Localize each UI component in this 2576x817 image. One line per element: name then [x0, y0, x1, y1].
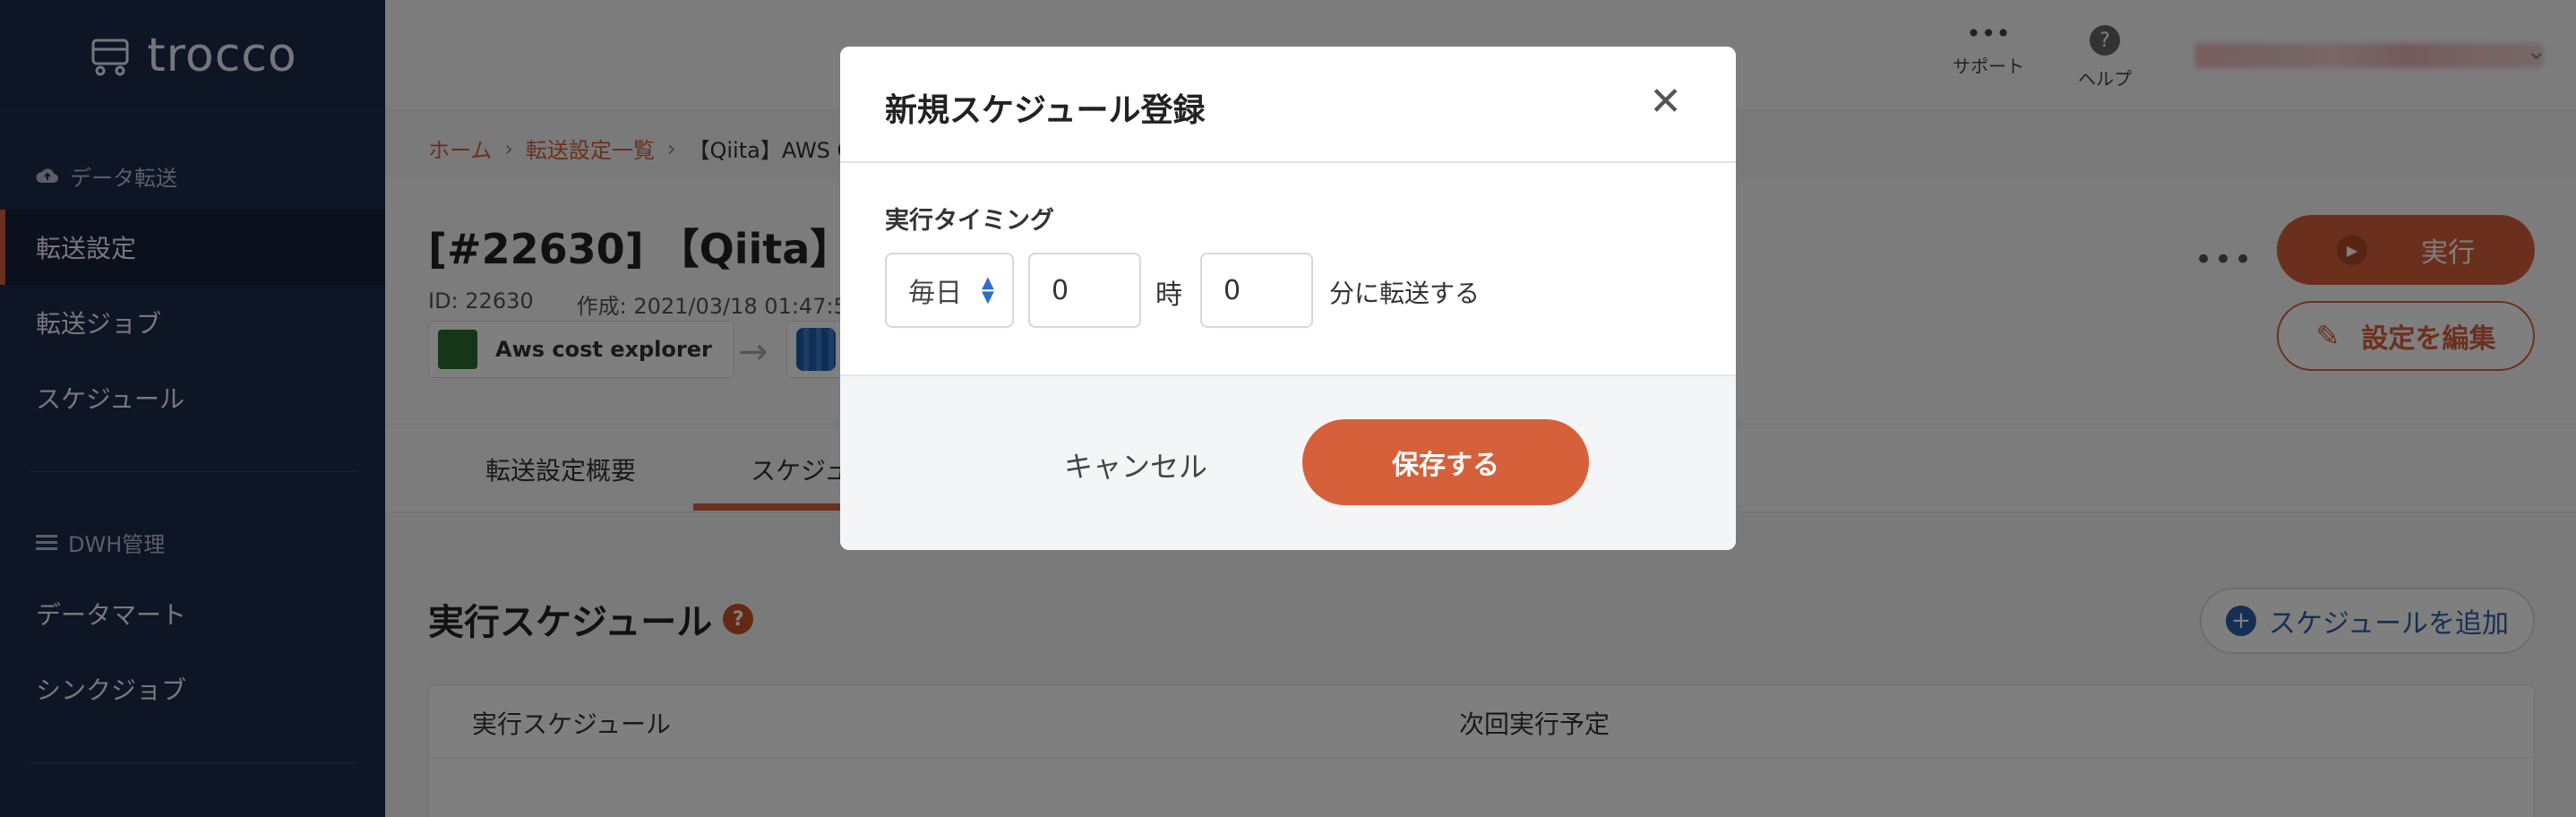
frequency-value: 毎日 [908, 278, 962, 309]
minute-input[interactable] [1200, 253, 1313, 328]
hour-unit: 時 [1155, 280, 1182, 311]
frequency-select[interactable]: 毎日 ▲ ▼ [885, 253, 1014, 328]
new-schedule-modal: 新規スケジュール登録 ✕ 実行タイミング 毎日 ▲▼ 時 分に転送する キャンセ… [840, 47, 1736, 550]
timing-label: 実行タイミング [885, 207, 1054, 235]
modal-footer: キャンセル 保存する [840, 374, 1736, 550]
modal-body: 実行タイミング 毎日 ▲▼ 時 分に転送する [840, 163, 1736, 373]
select-arrows-icon: ▲ ▼ [982, 273, 994, 306]
close-icon[interactable]: ✕ [1649, 82, 1682, 122]
modal-title: 新規スケジュール登録 [885, 92, 1206, 129]
cancel-button[interactable]: キャンセル [1064, 444, 1207, 486]
hour-input[interactable] [1028, 253, 1141, 328]
minute-unit: 分に転送する [1329, 279, 1481, 308]
modal-header: 新規スケジュール登録 ✕ [840, 47, 1736, 163]
save-button[interactable]: 保存する [1302, 419, 1589, 505]
